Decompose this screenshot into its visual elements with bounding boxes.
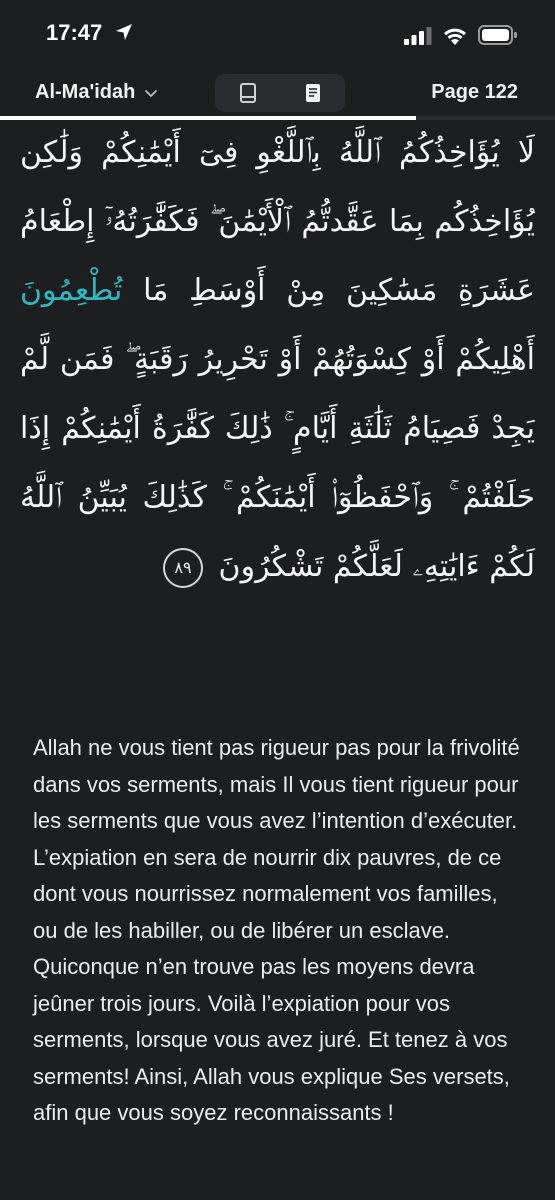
mushaf-view-button[interactable] [215, 74, 280, 112]
translation-view-button[interactable] [280, 74, 345, 112]
surah-selector[interactable]: Al-Ma'idah [35, 81, 159, 104]
page-indicator: Page 122 [431, 81, 518, 103]
verse-text-continued: أَهْلِيكُمْ أَوْ كِسْوَتُهُمْ أَوْ تَحْر… [20, 342, 535, 584]
status-bar: 17:47 [0, 0, 555, 70]
surah-name: Al-Ma'idah [35, 81, 136, 103]
status-time: 17:47 [46, 20, 103, 45]
book-icon [239, 83, 256, 103]
ayah-number-marker[interactable]: ٨٩ [163, 547, 203, 588]
reader-header: Al-Ma'idah Page 122 [0, 70, 555, 116]
highlighted-word[interactable]: تُطْعِمُونَ [20, 273, 122, 308]
cellular-signal-icon [404, 27, 432, 45]
document-icon [305, 84, 320, 102]
location-arrow-icon [116, 24, 132, 40]
wifi-icon [444, 28, 466, 45]
chevron-down-icon [145, 89, 158, 97]
battery-icon [478, 25, 517, 45]
view-mode-toggle [215, 74, 345, 112]
arabic-verse: لَا يُؤَاخِذُكُمُ ٱللَّهُ بِٱللَّغْوِ فِ… [20, 118, 535, 693]
verse-translation: Allah ne vous tient pas rigueur pas pour… [33, 735, 520, 1125]
